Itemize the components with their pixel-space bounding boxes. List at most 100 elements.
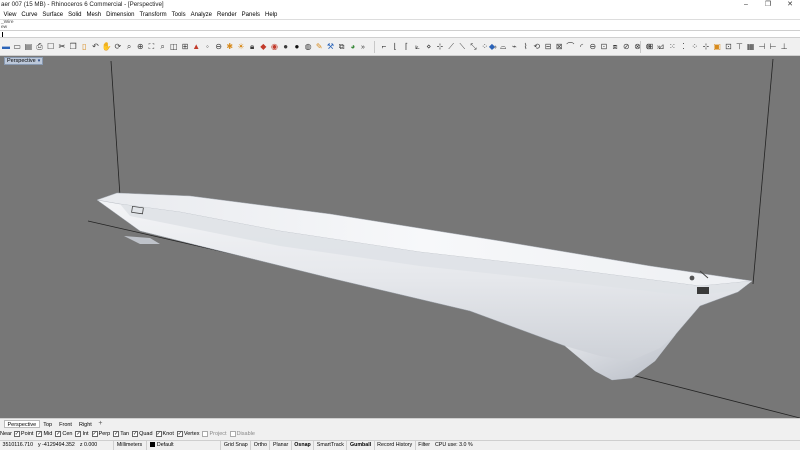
smarttrack-toggle[interactable]: SmartTrack <box>313 441 346 450</box>
checkbox-checked-icon[interactable]: ✓ <box>75 431 82 437</box>
menu-tools[interactable]: Tools <box>169 12 188 18</box>
osnap-icon[interactable]: ✱ <box>225 42 235 52</box>
filter-toggle[interactable]: Filter <box>414 441 433 450</box>
menu-render[interactable]: Render <box>214 12 239 18</box>
checkbox-checked-icon[interactable]: ✓ <box>55 431 62 437</box>
boolean-icon[interactable]: ⊖ <box>588 42 598 52</box>
menu-curve[interactable]: Curve <box>19 12 40 18</box>
checkbox-checked-icon[interactable]: ✓ <box>91 431 98 437</box>
cap-icon[interactable]: ⊡ <box>599 42 609 52</box>
checkbox-checked-icon[interactable]: ✓ <box>155 431 162 437</box>
car-icon[interactable]: ▲ <box>191 42 201 52</box>
checkbox-checked-icon[interactable]: ✓ <box>176 431 183 437</box>
options-icon[interactable]: ⧉ <box>337 42 347 52</box>
tab-front[interactable]: Front <box>56 420 76 428</box>
sweep-icon[interactable]: ⌇ <box>521 42 531 52</box>
viewport-title-tab[interactable]: Perspective ▾ <box>4 57 44 65</box>
shaded-sphere-icon[interactable]: ● <box>281 42 291 52</box>
menu-mesh[interactable]: Mesh <box>84 12 104 18</box>
new-file-icon[interactable]: ▬ <box>1 42 11 52</box>
paste-icon[interactable]: ▯ <box>79 42 89 52</box>
fillet-icon[interactable]: ◜ <box>577 42 587 52</box>
chevron-down-icon[interactable]: ▾ <box>38 58 41 64</box>
zoom-in-icon[interactable]: ⊖ <box>214 42 224 52</box>
undo-icon[interactable]: ↶ <box>91 42 101 52</box>
checkbox-checked-icon[interactable]: ✓ <box>36 431 43 437</box>
toolbar-overflow-icon[interactable]: » <box>359 44 367 51</box>
osnap-perp[interactable]: ✓ Perp <box>91 431 110 437</box>
edit-points-icon[interactable]: ⁘ <box>690 42 700 52</box>
join-icon[interactable]: ⤡ <box>469 42 479 52</box>
text-icon[interactable]: ⊤ <box>735 42 745 52</box>
osnap-knot[interactable]: ✓ Knot <box>155 431 174 437</box>
checkbox-unchecked-icon[interactable] <box>229 431 236 437</box>
checkbox-checked-icon[interactable]: ✓ <box>132 431 139 437</box>
command-prompt-input[interactable] <box>0 30 800 38</box>
network-surface-icon[interactable]: ⊟ <box>543 42 553 52</box>
zoom-extents-icon[interactable]: ⛶ <box>146 42 156 52</box>
render-icon[interactable]: ⚒ <box>325 42 335 52</box>
control-points-icon[interactable]: ⁚ <box>679 42 689 52</box>
grid-snap-toggle[interactable]: Grid Snap <box>220 441 250 450</box>
menu-surface[interactable]: Surface <box>40 12 66 18</box>
checkbox-checked-icon[interactable]: ✓ <box>113 431 120 437</box>
osnap-disable[interactable]: Disable <box>229 431 255 437</box>
select-window-icon[interactable]: ◫ <box>169 42 179 52</box>
osnap-tan[interactable]: ✓ Tan <box>113 431 129 437</box>
current-layer[interactable]: Default <box>146 441 220 450</box>
record-history-toggle[interactable]: Record History <box>373 441 415 450</box>
annotation-icon[interactable]: ⊢ <box>768 42 778 52</box>
checkbox-unchecked-icon[interactable] <box>202 431 209 437</box>
curvature-icon[interactable]: ⊹ <box>701 42 711 52</box>
offset-icon[interactable]: ⧈ <box>610 42 620 52</box>
osnap-near-label[interactable]: Near <box>0 431 12 437</box>
menu-panels[interactable]: Panels <box>239 12 262 18</box>
menu-help[interactable]: Help <box>263 12 280 18</box>
tab-right[interactable]: Right <box>75 420 95 428</box>
mirror-icon[interactable]: ⋄ <box>424 42 434 52</box>
patch-icon[interactable]: ⊠ <box>554 42 564 52</box>
cut-icon[interactable]: ✂ <box>57 42 67 52</box>
leader-icon[interactable]: ⊣ <box>757 42 767 52</box>
properties-icon[interactable]: ☐ <box>46 42 56 52</box>
perspective-viewport[interactable]: Perspective ▾ <box>0 56 800 418</box>
extrude-icon[interactable]: ⌓ <box>498 42 508 52</box>
copy-objects-icon[interactable]: ⌊ <box>390 42 400 52</box>
osnap-toggle[interactable]: Osnap <box>290 441 313 450</box>
gumball-toggle[interactable]: Gumball <box>346 441 373 450</box>
diamond-icon[interactable]: ◆ <box>487 42 497 52</box>
lock-icon[interactable]: 🔒︎ <box>247 42 257 52</box>
tab-top[interactable]: Top <box>40 420 56 428</box>
revolve-icon[interactable]: ⟲ <box>532 42 542 52</box>
light-bulb-icon[interactable]: ☀ <box>236 42 246 52</box>
globe-icon[interactable]: ◕ <box>348 42 358 52</box>
zoom-selected-icon[interactable]: ⌕ <box>158 42 168 52</box>
split-icon[interactable]: ⟍ <box>457 42 467 52</box>
rebuild-icon[interactable]: ⊘ <box>621 42 631 52</box>
osnap-point[interactable]: ✓ Point <box>13 431 33 437</box>
menu-dimension[interactable]: Dimension <box>104 12 137 18</box>
osnap-int[interactable]: ✓ Int <box>75 431 89 437</box>
checkbox-checked-icon[interactable]: ✓ <box>13 431 20 437</box>
material-sphere-icon[interactable]: ◍ <box>303 42 313 52</box>
rotate-view-icon[interactable]: ⟳ <box>113 42 123 52</box>
four-viewports-icon[interactable]: ⊞ <box>180 42 190 52</box>
osnap-vertex[interactable]: ✓ Vertex <box>176 431 199 437</box>
layer-icon[interactable]: ◆ <box>258 42 268 52</box>
array-icon[interactable]: ⊹ <box>435 42 445 52</box>
ortho-toggle[interactable]: Ortho <box>250 441 269 450</box>
open-file-icon[interactable]: ▭ <box>12 42 22 52</box>
menu-solid[interactable]: Solid <box>66 12 84 18</box>
restore-button[interactable]: ❐ <box>758 0 778 10</box>
tab-perspective[interactable]: Perspective <box>4 419 40 428</box>
blend-icon[interactable]: ⌒ <box>565 42 575 52</box>
scale-icon[interactable]: ⟀ <box>413 42 423 52</box>
add-viewport-tab-button[interactable]: + <box>95 420 105 427</box>
close-button[interactable]: ✕ <box>780 0 800 10</box>
ortho-icon[interactable]: ◦ <box>202 42 212 52</box>
copy-icon[interactable]: ❐ <box>68 42 78 52</box>
osnap-project[interactable]: Project <box>202 431 227 437</box>
rendered-sphere-icon[interactable]: ● <box>292 42 302 52</box>
trim-icon[interactable]: ⟋ <box>446 42 456 52</box>
grid-points-icon[interactable]: ⁙ <box>667 42 677 52</box>
